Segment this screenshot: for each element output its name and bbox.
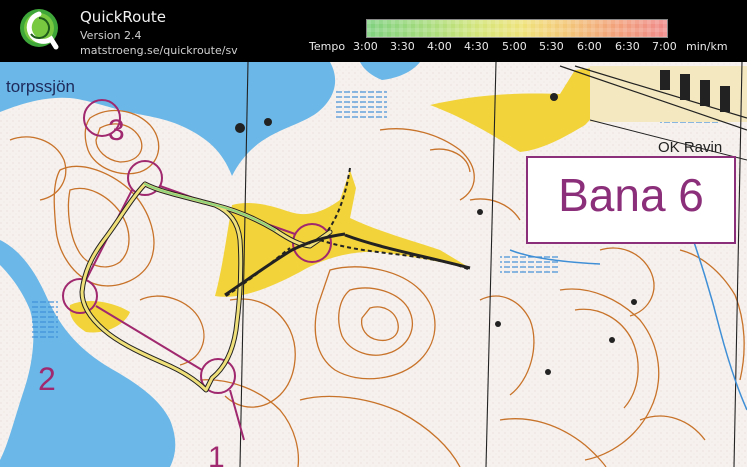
course-title: Bana 6	[558, 169, 704, 221]
legend-tick: 5:30	[539, 40, 564, 53]
legend-unit: min/km	[686, 40, 728, 53]
header-bar: QuickRoute Version 2.4 matstroeng.se/qui…	[0, 0, 747, 62]
legend-label: Tempo	[309, 40, 346, 53]
marsh-area	[500, 255, 560, 275]
legend-tick: 3:30	[390, 40, 415, 53]
quickroute-logo-icon	[20, 9, 59, 50]
quickroute-window: QuickRoute Version 2.4 matstroeng.se/qui…	[0, 0, 747, 467]
legend-tick: 7:00	[652, 40, 677, 53]
lake-name-label: torpssjön	[6, 77, 75, 96]
legend-tick: 4:00	[427, 40, 452, 53]
pace-color-legend	[366, 19, 668, 38]
legend-tick: 3:00	[353, 40, 378, 53]
app-url[interactable]: matstroeng.se/quickroute/sv	[80, 44, 238, 57]
control-number: 1	[208, 441, 225, 467]
control-number: 3	[108, 114, 125, 147]
legend-tick: 5:00	[502, 40, 527, 53]
orienteering-map[interactable]: 3 2 1 torpssjön OK Ravin	[0, 62, 747, 467]
control-number: 2	[38, 361, 56, 397]
club-name-label: OK Ravin	[658, 139, 722, 156]
course-title-box: Bana 6	[526, 156, 736, 244]
marsh-area	[335, 88, 387, 118]
legend-tick: 4:30	[464, 40, 489, 53]
marsh-area	[30, 300, 58, 340]
legend-tick: 6:30	[615, 40, 640, 53]
app-name: QuickRoute	[80, 8, 166, 26]
app-version: Version 2.4	[80, 29, 142, 42]
legend-tick: 6:00	[577, 40, 602, 53]
